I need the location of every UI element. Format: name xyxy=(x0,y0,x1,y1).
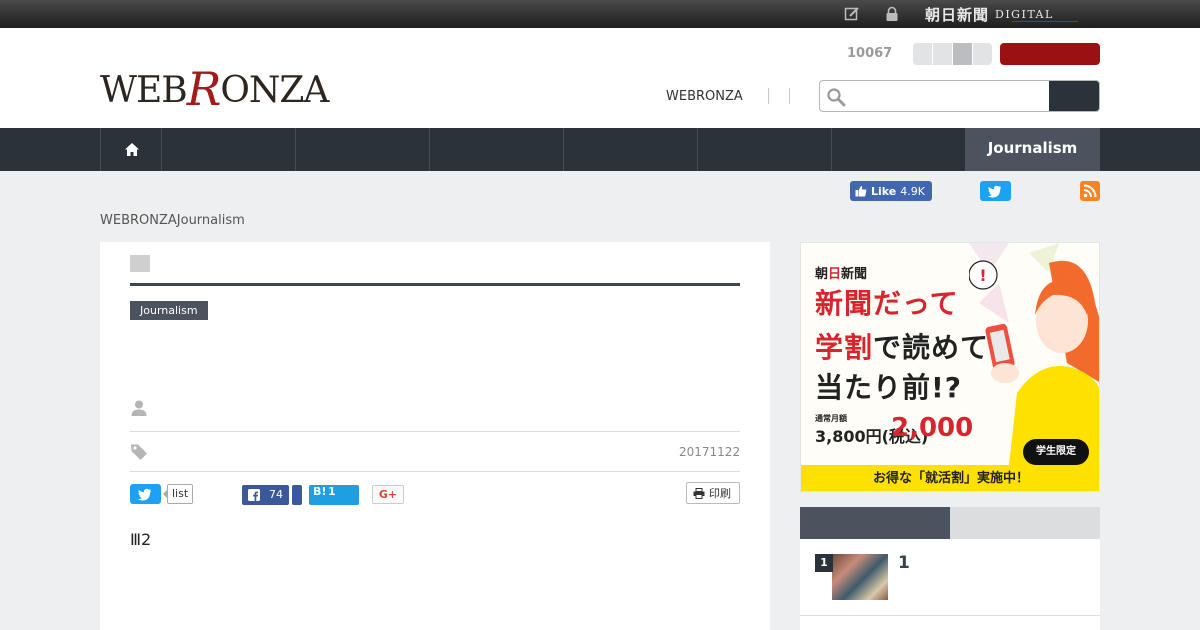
title-rule xyxy=(130,283,740,286)
facebook-icon xyxy=(248,489,260,501)
rss-icon[interactable] xyxy=(1080,181,1100,201)
rank-number: 1 xyxy=(815,554,833,572)
facebook-share-button[interactable]: 74 xyxy=(242,485,289,505)
twitter-follow-button[interactable] xyxy=(980,181,1011,201)
font-size-medium-button[interactable] xyxy=(933,43,952,65)
ranking-list: 1 1 xyxy=(800,539,1100,630)
facebook-share-extra[interactable] xyxy=(292,485,302,505)
article-body: Ⅲ2 xyxy=(130,530,152,549)
student-discount-ad[interactable]: ! 朝日新聞 新聞だって 学割で読めて 当たり前!? 通常月額 3,800円(税… xyxy=(800,242,1100,492)
nav-home[interactable] xyxy=(100,128,162,171)
header-link-webronza[interactable]: WEBRONZA xyxy=(666,89,743,104)
site-header: WEBRONZA 10067 WEBRONZA xyxy=(0,28,1200,128)
thumbs-up-icon xyxy=(855,186,867,197)
asahi-logo-digital: DIGITAL xyxy=(995,7,1054,21)
ad-headline-2: 学割で読めて xyxy=(815,331,989,365)
edit-icon[interactable] xyxy=(844,6,860,22)
hatena-icon: B! xyxy=(313,485,327,498)
printer-icon xyxy=(693,487,705,499)
main-nav: Journalism xyxy=(0,128,1200,171)
asahi-logo-jp: 朝日新聞 xyxy=(925,5,990,24)
svg-text:!: ! xyxy=(979,266,986,285)
nav-item[interactable] xyxy=(295,128,429,171)
webronza-logo[interactable]: WEBRONZA xyxy=(100,62,329,116)
article-title-placeholder xyxy=(130,255,150,272)
hatena-count: 1 xyxy=(328,485,336,498)
rss-glyph xyxy=(1083,184,1097,198)
ad-headline-1: 新聞だって xyxy=(815,287,959,320)
ad-headline-2-red: 学割 xyxy=(815,331,874,364)
divider xyxy=(130,431,740,432)
google-plus-button[interactable]: G+ xyxy=(372,485,404,504)
ad-brand-hi: 日 xyxy=(828,267,842,282)
nav-item[interactable] xyxy=(697,128,831,171)
category-badge[interactable]: Journalism xyxy=(130,301,208,320)
font-size-xlarge-button[interactable] xyxy=(973,43,992,65)
subscribe-button[interactable] xyxy=(1000,43,1100,65)
article-counter: 10067 xyxy=(847,46,893,61)
twitter-share-button[interactable] xyxy=(130,484,161,504)
ad-headline-2-rest: で読めて xyxy=(873,331,990,364)
font-size-small-button[interactable] xyxy=(913,43,932,65)
article-card: Journalism 20171122 list 74 B! 1 G+ 印刷 Ⅲ… xyxy=(100,242,770,630)
logo-r: R xyxy=(186,62,222,116)
tag-icon xyxy=(131,444,147,460)
nav-item-journalism[interactable]: Journalism xyxy=(965,128,1100,171)
nav-item[interactable] xyxy=(161,128,295,171)
header-divider xyxy=(789,88,790,104)
facebook-like-label: Like xyxy=(871,184,897,198)
home-icon xyxy=(125,143,139,156)
nav-item[interactable] xyxy=(563,128,697,171)
publish-date: 20171122 xyxy=(679,445,741,459)
ranking-tabs xyxy=(800,507,1100,539)
ad-brand-a: 朝 xyxy=(815,267,829,282)
ad-brand: 朝日新聞 xyxy=(815,263,867,282)
lock-icon[interactable] xyxy=(884,6,900,22)
print-label: 印刷 xyxy=(709,487,731,500)
ad-headline-3: 当たり前!? xyxy=(815,371,963,404)
twitter-icon xyxy=(987,185,1001,198)
search-box xyxy=(819,80,1100,112)
ranking-tab-active[interactable] xyxy=(800,507,950,539)
facebook-like-count: 4.9K xyxy=(900,184,925,198)
header-divider xyxy=(768,88,769,104)
breadcrumb[interactable]: WEBRONZAJournalism xyxy=(100,213,245,228)
twitter-icon xyxy=(137,488,151,501)
ad-footer: お得な「就活割」実施中！ xyxy=(801,465,1099,491)
rank-title[interactable]: 1 xyxy=(898,553,910,573)
ad-brand-b: 新聞 xyxy=(841,267,868,282)
search-input[interactable] xyxy=(850,81,1050,111)
divider xyxy=(130,471,740,472)
hatena-bookmark-button[interactable]: B! 1 xyxy=(309,485,359,505)
facebook-share-count: 74 xyxy=(269,488,283,501)
font-size-switcher xyxy=(913,43,992,65)
rank-thumbnail[interactable] xyxy=(832,554,888,600)
font-size-large-button[interactable] xyxy=(953,43,972,65)
nav-item[interactable] xyxy=(429,128,563,171)
logo-onza: ONZA xyxy=(220,70,329,111)
ad-student-badge: 学生限定 xyxy=(1023,439,1089,465)
search-button[interactable] xyxy=(1049,81,1099,111)
search-icon xyxy=(827,88,846,107)
ranking-tab[interactable] xyxy=(950,507,1100,539)
author-icon xyxy=(131,400,147,416)
ad-sale-price: 2,000 xyxy=(891,413,974,443)
nav-item[interactable] xyxy=(831,128,965,171)
twitter-list-button[interactable]: list xyxy=(162,484,194,504)
divider xyxy=(800,615,1100,616)
logo-underline xyxy=(1012,21,1078,22)
logo-web: WEB xyxy=(100,70,188,111)
top-bar: 朝日新聞 DIGITAL xyxy=(0,0,1200,28)
print-button[interactable]: 印刷 xyxy=(686,482,740,504)
facebook-like-button[interactable]: Like 4.9K xyxy=(850,181,932,201)
